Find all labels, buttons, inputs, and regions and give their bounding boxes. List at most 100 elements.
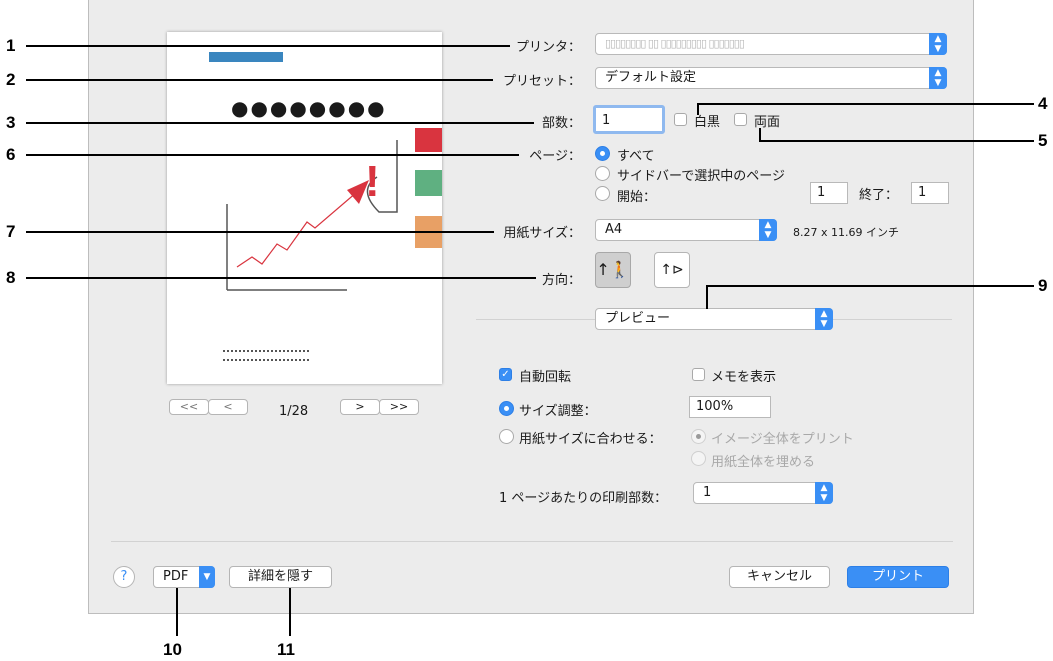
callout-line-1 <box>26 45 510 47</box>
per-page-value: 1 <box>703 485 712 500</box>
duplex-label: 両面 <box>754 115 781 130</box>
portrait-orientation-button[interactable]: ↑🚶 <box>595 252 631 288</box>
scale-input[interactable]: 100% <box>689 396 771 418</box>
fit-label: 用紙サイズに合わせる： <box>519 432 662 447</box>
pages-all-radio[interactable] <box>595 146 610 161</box>
section-popup[interactable]: プレビュー ▲ ▼ <box>595 308 833 330</box>
per-page-label: 1 ページあたりの印刷部数： <box>499 491 668 506</box>
pages-to-input[interactable]: 1 <box>911 182 949 204</box>
help-button[interactable]: ? <box>113 566 135 588</box>
footer-divider <box>111 541 953 542</box>
paper-size-label: 用紙サイズ： <box>503 226 581 241</box>
scale-radio[interactable] <box>499 401 514 416</box>
first-page-button[interactable]: << <box>169 399 209 415</box>
page-counter: 1/28 <box>279 404 309 419</box>
preview-tab-green <box>415 170 442 196</box>
pages-range-radio[interactable] <box>595 186 610 201</box>
pages-from-input[interactable]: 1 <box>810 182 848 204</box>
callout-line-5h <box>759 140 1034 142</box>
printer-label: プリンタ： <box>515 40 581 55</box>
pdf-button[interactable]: PDF ▼ <box>153 566 215 588</box>
callout-line-9v <box>706 285 708 309</box>
fit-fill-radio[interactable] <box>691 451 706 466</box>
preview-small-text <box>223 350 309 361</box>
callout-line-6 <box>26 154 519 156</box>
callout-line-11 <box>289 588 291 636</box>
updown-chevron-icon: ▲ ▼ <box>929 67 947 89</box>
print-dialog: ●●●●●●●● ! << < 1/28 > >> プリンタ： ▯▯▯▯▯▯▯▯… <box>88 0 974 614</box>
landscape-orientation-button[interactable]: ↑⊳ <box>654 252 690 288</box>
pages-from-label: 開始： <box>617 190 657 205</box>
callout-line-8 <box>26 277 536 279</box>
show-notes-label: メモを表示 <box>711 370 777 385</box>
portrait-person-icon: ↑🚶 <box>596 260 630 279</box>
scale-label: サイズ調整： <box>519 404 597 419</box>
callout-line-4h <box>697 103 1034 105</box>
printer-popup[interactable]: ▯▯▯▯▯▯▯▯ ▯▯ ▯▯▯▯▯▯▯▯▯ ▯▯▯▯▯▯▯ ▲ ▼ <box>595 33 947 55</box>
pages-selected-radio[interactable] <box>595 166 610 181</box>
preset-popup[interactable]: デフォルト設定 ▲ ▼ <box>595 67 947 89</box>
callout-line-7 <box>26 231 494 233</box>
landscape-person-icon: ↑⊳ <box>660 262 684 278</box>
preview-page: ●●●●●●●● ! <box>167 32 442 384</box>
fit-radio[interactable] <box>499 429 514 444</box>
copies-label: 部数： <box>541 116 581 131</box>
callout-4: 4 <box>1038 94 1048 113</box>
per-page-popup[interactable]: 1 ▲ ▼ <box>693 482 833 504</box>
callout-line-4v <box>697 103 699 115</box>
last-page-button[interactable]: >> <box>379 399 419 415</box>
callout-line-2 <box>26 79 493 81</box>
preview-illustration: ! <box>226 140 398 291</box>
updown-chevron-icon: ▲ ▼ <box>815 482 833 504</box>
fit-entire-radio[interactable] <box>691 429 706 444</box>
black-white-checkbox[interactable] <box>674 113 687 126</box>
callout-line-9h <box>706 285 1034 287</box>
callout-10: 10 <box>163 640 182 659</box>
auto-rotate-checkbox[interactable]: ✓ <box>499 368 512 381</box>
duplex-checkbox[interactable] <box>734 113 747 126</box>
callout-1: 1 <box>6 36 16 55</box>
hide-details-button[interactable]: 詳細を隠す <box>229 566 332 588</box>
callout-7: 7 <box>6 222 16 241</box>
preset-label: プリセット： <box>502 74 581 89</box>
callout-5: 5 <box>1038 131 1048 150</box>
paper-dimensions: 8.27 x 11.69 インチ <box>793 226 899 239</box>
callout-line-3 <box>26 122 534 124</box>
paper-size-value: A4 <box>605 222 623 237</box>
callout-11: 11 <box>277 640 295 659</box>
updown-chevron-icon: ▲ ▼ <box>815 308 833 330</box>
callout-6: 6 <box>6 145 16 164</box>
pages-selected-label: サイドバーで選択中のページ <box>617 169 785 184</box>
callout-8: 8 <box>6 268 16 287</box>
callout-9: 9 <box>1038 276 1048 295</box>
pdf-label: PDF <box>163 569 189 584</box>
callout-line-10 <box>176 588 178 636</box>
svg-text:!: ! <box>365 157 380 206</box>
callout-2: 2 <box>6 70 16 89</box>
updown-chevron-icon: ▲ ▼ <box>929 33 947 55</box>
fit-entire-label: イメージ全体をプリント <box>711 432 854 447</box>
fit-fill-label: 用紙全体を埋める <box>711 455 816 470</box>
auto-rotate-label: 自動回転 <box>519 370 572 385</box>
copies-input[interactable]: 1 <box>593 105 665 134</box>
next-page-button[interactable]: > <box>340 399 380 415</box>
chevron-down-icon: ▼ <box>199 566 215 588</box>
callout-line-5v <box>759 128 761 141</box>
callout-3: 3 <box>6 113 16 132</box>
orientation-label: 方向： <box>541 273 581 288</box>
paper-size-popup[interactable]: A4 ▲ ▼ <box>595 219 777 241</box>
previous-page-button[interactable]: < <box>208 399 248 415</box>
pages-label: ページ： <box>529 149 581 164</box>
pages-all-label: すべて <box>617 149 655 164</box>
print-button[interactable]: プリント <box>847 566 949 588</box>
show-notes-checkbox[interactable] <box>692 368 705 381</box>
preview-tab-red <box>415 128 442 152</box>
updown-chevron-icon: ▲ ▼ <box>759 219 777 241</box>
preview-blue-bar <box>209 52 283 62</box>
pages-to-label: 終了： <box>859 188 899 203</box>
section-popup-value: プレビュー <box>605 311 671 326</box>
preview-dots: ●●●●●●●● <box>231 96 387 120</box>
preset-value: デフォルト設定 <box>605 70 697 85</box>
printer-value: ▯▯▯▯▯▯▯▯ ▯▯ ▯▯▯▯▯▯▯▯▯ ▯▯▯▯▯▯▯ <box>605 37 745 50</box>
cancel-button[interactable]: キャンセル <box>729 566 830 588</box>
